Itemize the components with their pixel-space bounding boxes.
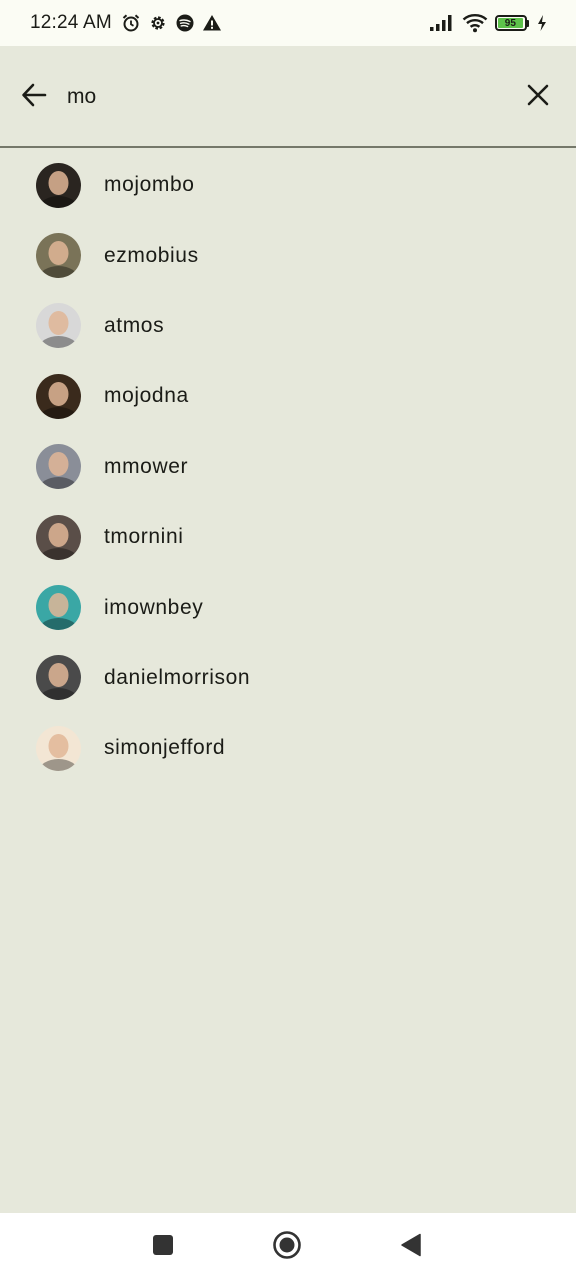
avatar xyxy=(36,655,81,701)
battery-body: 95 xyxy=(495,15,527,31)
result-login: tmornini xyxy=(104,525,184,549)
search-bar xyxy=(0,46,576,148)
nav-back-button[interactable] xyxy=(395,1231,427,1263)
result-login: ezmobius xyxy=(104,243,199,267)
back-triangle-icon xyxy=(400,1233,422,1262)
result-row[interactable]: mojodna xyxy=(0,361,576,431)
avatar xyxy=(36,514,81,560)
result-login: simonjefford xyxy=(104,736,226,760)
home-circle-icon xyxy=(272,1230,302,1265)
battery-icon: 95 xyxy=(495,15,529,31)
search-results-list: mojombo ezmobius atmos mojodna mmower tmornin… xyxy=(0,150,576,784)
status-right: 95 xyxy=(429,13,548,33)
avatar xyxy=(36,303,81,349)
spotify-icon xyxy=(175,13,195,33)
avatar xyxy=(36,585,81,631)
signal-icon xyxy=(429,13,455,33)
result-row[interactable]: mojombo xyxy=(0,150,576,220)
result-row[interactable]: ezmobius xyxy=(0,220,576,290)
result-row[interactable]: tmornini xyxy=(0,502,576,572)
avatar xyxy=(36,162,81,208)
status-left: 12:24 AM xyxy=(30,12,222,34)
avatar xyxy=(36,444,81,490)
settings-gear-icon xyxy=(148,13,168,33)
avatar xyxy=(36,373,81,419)
result-login: mojombo xyxy=(104,173,195,197)
result-login: danielmorrison xyxy=(104,665,251,689)
recents-square-icon xyxy=(152,1234,174,1261)
result-row[interactable]: simonjefford xyxy=(0,713,576,783)
battery-tip xyxy=(527,19,529,27)
result-login: atmos xyxy=(104,313,165,337)
navigation-bar xyxy=(0,1213,576,1280)
result-login: imownbey xyxy=(104,595,204,619)
result-row[interactable]: imownbey xyxy=(0,572,576,642)
clear-search-button[interactable] xyxy=(516,75,560,119)
home-button[interactable] xyxy=(271,1230,303,1265)
screen: 12:24 AM 95 mo mojombo ezmobius atmos mo… xyxy=(0,0,576,1280)
close-icon xyxy=(527,84,549,111)
arrow-back-icon xyxy=(21,83,47,112)
recents-button[interactable] xyxy=(147,1231,179,1263)
alarm-icon xyxy=(121,13,141,33)
status-bar: 12:24 AM 95 xyxy=(0,0,576,46)
charging-icon xyxy=(536,13,548,33)
result-row[interactable]: mmower xyxy=(0,432,576,502)
avatar xyxy=(36,725,81,771)
search-input[interactable] xyxy=(67,79,487,115)
wifi-icon xyxy=(462,13,488,33)
battery-level: 95 xyxy=(498,18,523,29)
avatar xyxy=(36,233,81,279)
warning-icon xyxy=(202,13,222,33)
back-button[interactable] xyxy=(14,75,54,119)
result-login: mmower xyxy=(104,454,189,478)
result-login: mojodna xyxy=(104,384,189,408)
status-time: 12:24 AM xyxy=(30,12,112,33)
result-row[interactable]: atmos xyxy=(0,291,576,361)
result-row[interactable]: danielmorrison xyxy=(0,643,576,713)
